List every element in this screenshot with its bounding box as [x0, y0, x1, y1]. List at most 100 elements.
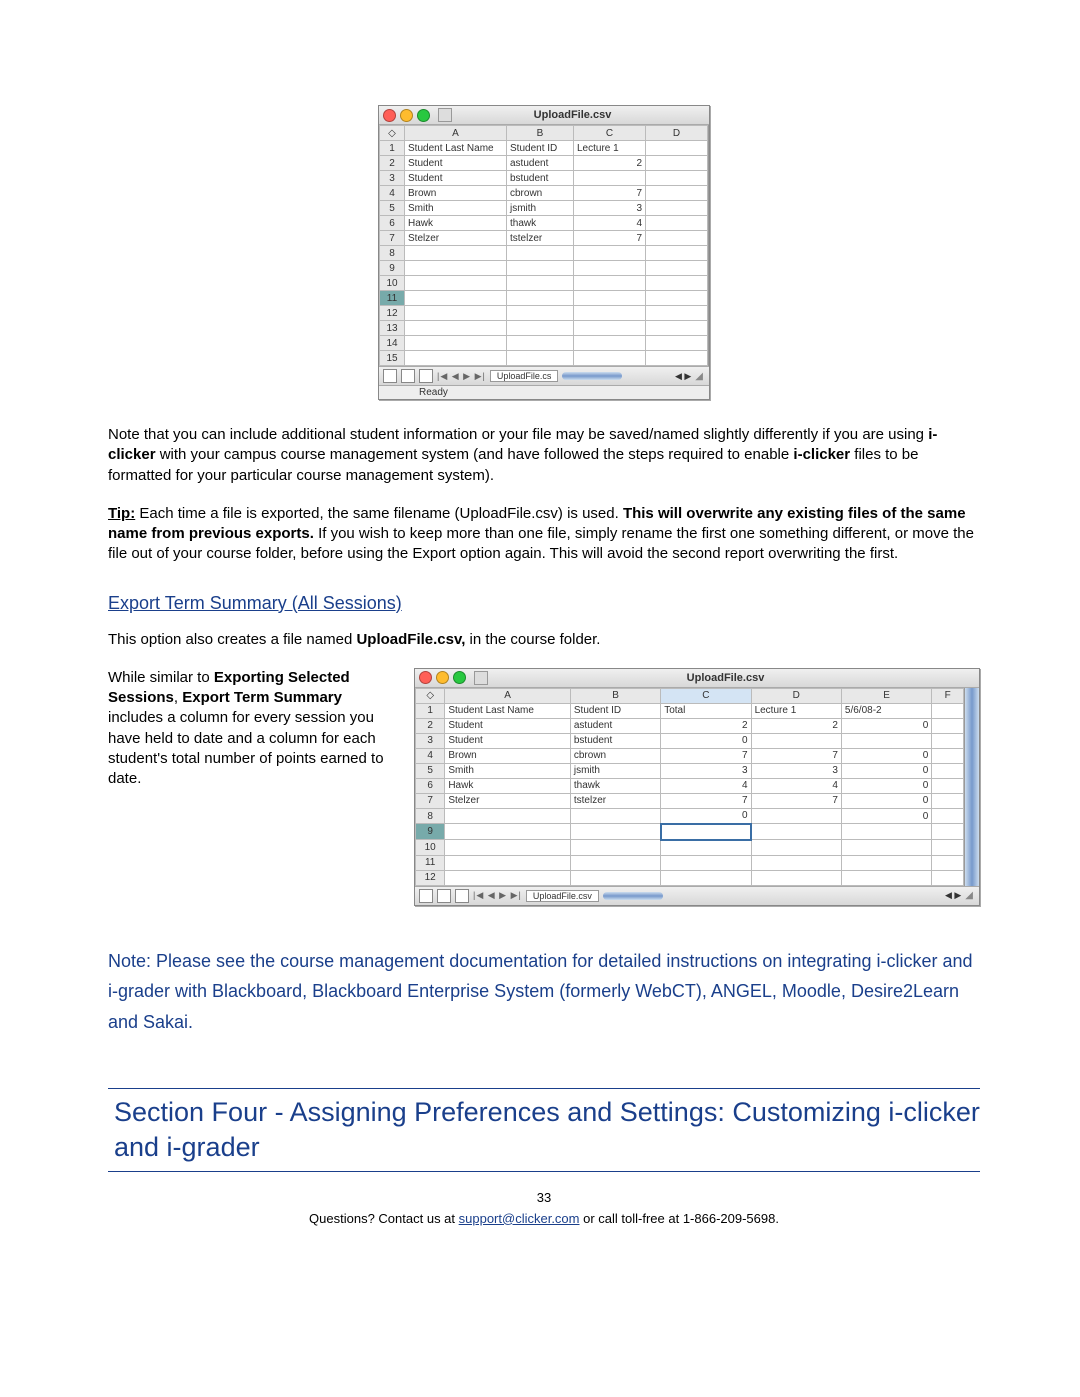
cell: [646, 216, 708, 231]
cell: cbrown: [507, 186, 574, 201]
cell: [646, 321, 708, 336]
cell: [932, 793, 964, 808]
cell: [932, 733, 964, 748]
cell: [646, 276, 708, 291]
cell: 7: [751, 748, 841, 763]
row-number: 4: [416, 748, 445, 763]
cell: [932, 870, 964, 885]
cell: [574, 306, 646, 321]
row-number: 9: [416, 824, 445, 840]
table-row: 11: [416, 855, 964, 870]
cell: [574, 291, 646, 306]
cell: 0: [841, 793, 931, 808]
resize-handle-icon: ◢: [965, 890, 975, 901]
row-number: 8: [416, 808, 445, 824]
integration-note: Note: Please see the course management d…: [108, 946, 980, 1038]
table-row: 8: [380, 246, 708, 261]
resize-handle-icon: ◢: [695, 371, 705, 382]
zoom-slider: [562, 372, 622, 380]
cell: [507, 336, 574, 351]
cell: Student: [445, 718, 571, 733]
cell: [646, 246, 708, 261]
row-number: 15: [380, 351, 405, 366]
subsection-heading-link[interactable]: Export Term Summary (All Sessions): [108, 593, 980, 614]
cell: 0: [661, 808, 751, 824]
window-title: UploadFile.csv: [492, 672, 979, 684]
col-header: E: [841, 688, 931, 703]
cell: [751, 870, 841, 885]
row-number: 12: [380, 306, 405, 321]
cell: [574, 336, 646, 351]
sheet-footer: |◀ ◀ ▶ ▶| UploadFile.cs ◀ ▶ ◢: [379, 366, 709, 385]
cell: [646, 306, 708, 321]
cell: [507, 261, 574, 276]
body-paragraph: While similar to Exporting Selected Sess…: [108, 668, 398, 790]
table-row: 4Browncbrown7: [380, 186, 708, 201]
cell: Smith: [405, 201, 507, 216]
cell: [932, 748, 964, 763]
cell: [445, 840, 571, 856]
spreadsheet-screenshot-2: UploadFile.csv ◇ A B C D E F: [414, 668, 980, 906]
cell: tstelzer: [507, 231, 574, 246]
cell: [574, 246, 646, 261]
col-header: D: [646, 126, 708, 141]
table-row: 3Studentbstudent: [380, 171, 708, 186]
col-header: B: [570, 688, 660, 703]
vertical-scrollbar: [964, 688, 979, 886]
cell: 5/6/08-2: [841, 703, 931, 718]
cell: [932, 840, 964, 856]
cell: [646, 171, 708, 186]
spreadsheet-screenshot-1: UploadFile.csv ◇ A B C D 1Student Last N…: [378, 105, 710, 400]
row-number: 6: [380, 216, 405, 231]
cell: Brown: [445, 748, 571, 763]
cell: Student ID: [507, 141, 574, 156]
cell: 7: [661, 793, 751, 808]
table-row: 12: [416, 870, 964, 885]
sheet-nav-arrows: |◀ ◀ ▶ ▶|: [437, 371, 486, 382]
cell: [570, 870, 660, 885]
row-number: 10: [380, 276, 405, 291]
col-header: F: [932, 688, 964, 703]
row-number: 1: [380, 141, 405, 156]
row-number: 14: [380, 336, 405, 351]
cell: Hawk: [445, 778, 571, 793]
view-normal-icon: [419, 889, 433, 903]
view-page-icon: [419, 369, 433, 383]
cell: [661, 870, 751, 885]
cell: Student: [405, 171, 507, 186]
select-all-corner: ◇: [416, 688, 445, 703]
cell: [574, 171, 646, 186]
cell: [570, 840, 660, 856]
spreadsheet-grid: ◇ A B C D E F 1Student Last NameStudent …: [415, 688, 964, 886]
table-row: 4Browncbrown770: [416, 748, 964, 763]
cell: 0: [841, 748, 931, 763]
minimize-icon: [436, 671, 449, 684]
cell: 2: [574, 156, 646, 171]
cell: Smith: [445, 763, 571, 778]
cell: [841, 824, 931, 840]
cell: 7: [751, 793, 841, 808]
support-email-link[interactable]: support@clicker.com: [459, 1211, 580, 1226]
row-number: 2: [380, 156, 405, 171]
table-row: 9: [416, 824, 964, 840]
status-bar: Ready: [379, 385, 709, 399]
sheet-tab: UploadFile.csv: [526, 890, 599, 902]
cell: Student: [445, 733, 571, 748]
cell: [445, 870, 571, 885]
table-row: 2Studentastudent220: [416, 718, 964, 733]
table-row: 7Stelzertstelzer7: [380, 231, 708, 246]
footer-contact: Questions? Contact us at support@clicker…: [108, 1211, 980, 1226]
cell: [574, 351, 646, 366]
cell: Stelzer: [405, 231, 507, 246]
horizontal-scroll-arrows: ◀ ▶: [945, 890, 961, 901]
cell: [751, 824, 841, 840]
cell: Student ID: [570, 703, 660, 718]
cell: Total: [661, 703, 751, 718]
row-number: 7: [380, 231, 405, 246]
cell: Student Last Name: [405, 141, 507, 156]
row-number: 9: [380, 261, 405, 276]
row-number: 11: [380, 291, 405, 306]
cell: [405, 321, 507, 336]
cell: 0: [841, 808, 931, 824]
cell: 0: [841, 718, 931, 733]
